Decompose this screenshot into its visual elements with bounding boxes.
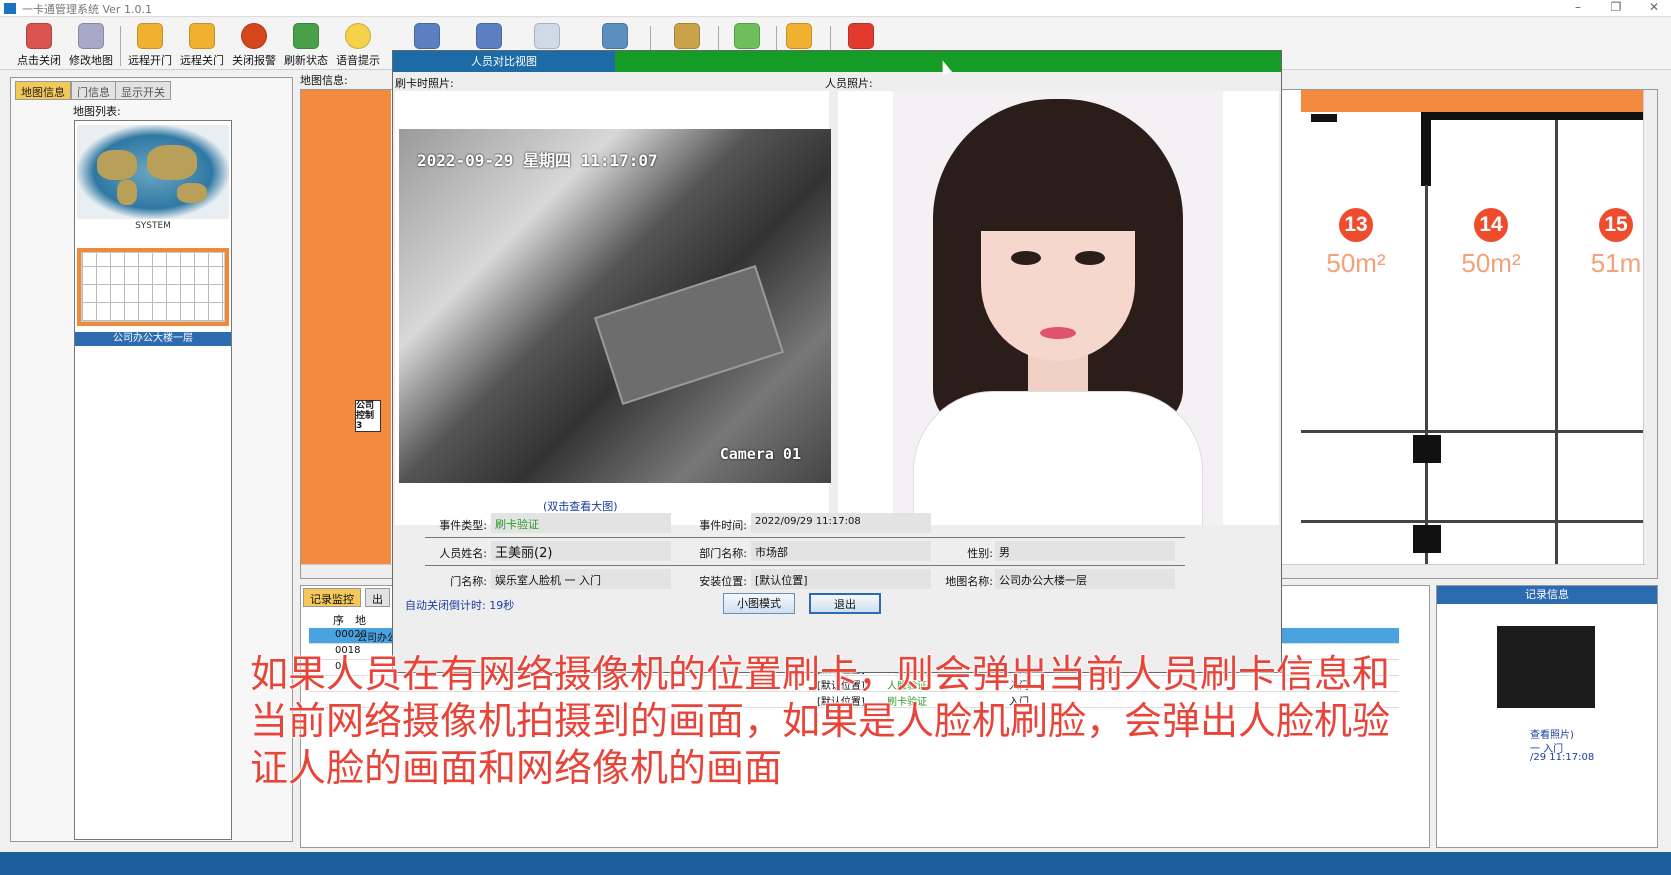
map-orange-border [301,90,391,565]
room-number: 14 [1474,208,1508,242]
monitor-icon [476,23,502,49]
toolbar-close-alarm-button[interactable]: 关闭报警 [227,22,281,68]
close-icon[interactable]: ✕ [1636,0,1671,17]
bulb-icon [345,23,371,49]
map-caption-office[interactable]: 公司办公大楼一层 [75,332,231,346]
lock-icon [786,23,812,49]
camera-snapshot[interactable]: 2022-09-29 星期四 11:17:07 Camera 01 [399,129,831,483]
tab-other[interactable]: 出 [365,588,390,607]
minimize-icon[interactable]: – [1560,0,1596,17]
dialog-title-bar[interactable]: 人员对比视图 [393,51,1281,72]
tab-display-switch[interactable]: 显示开关 [115,81,171,100]
tab-door-info[interactable]: 门信息 [71,81,116,100]
person-photo-label: 人员照片: [825,77,873,90]
power-icon [848,23,874,49]
map-list-label: 地图列表: [73,105,121,118]
export-icon [734,23,760,49]
map-wall [1301,520,1645,523]
tab-map-info[interactable]: 地图信息 [15,81,71,100]
room-area: 50m² [1326,248,1386,278]
map-vertical-scrollbar[interactable] [1643,90,1657,578]
room-13: 13 50m² [1316,208,1396,279]
map-list: SYSTEM 公司办公大楼一层 [74,120,232,840]
map-caption-system: SYSTEM [135,221,171,231]
toolbar-separator [120,26,121,66]
record-info-title: 记录信息 [1437,586,1657,604]
person-photo-frame[interactable] [838,91,1279,525]
toolbar-remote-open-button[interactable]: 远程开门 [123,22,177,68]
double-click-hint[interactable]: (双击查看大图) [543,498,618,514]
unlock-icon [137,23,163,49]
close-door-icon [26,23,52,49]
refresh-icon [293,23,319,49]
room-number: 13 [1339,208,1373,242]
swipe-photo-frame[interactable]: 2022-09-29 星期四 11:17:07 Camera 01 [395,91,831,525]
window-title: 一卡通管理系统 Ver 1.0.1 [22,3,152,16]
comparison-dialog: 人员对比视图 刷卡时照片: 人员照片: 2022-09-29 星期四 11:17… [392,50,1282,673]
room-14: 14 50m² [1451,208,1531,279]
map-thumbnail-system[interactable] [77,125,229,219]
alarm-icon [241,23,267,49]
subtitle-line-2: 当前网络摄像机拍摄到的画面，如果是人脸机刷脸，会弹出人脸机验 [249,698,1391,743]
tab-record-monitor[interactable]: 记录监控 [303,588,361,607]
map-thumbnail-office[interactable] [77,248,229,326]
toolbar-close-button[interactable]: 点击关闭 [12,22,66,68]
map-wall [1421,114,1431,186]
small-mode-button[interactable]: 小图模式 [723,593,795,614]
record-info-panel: 记录信息 查看照片) 一 入门 /29 11:17:08 [1436,585,1658,848]
broom-icon [674,23,700,49]
map-info-label: 地图信息: [300,74,348,87]
toolbar-voice-button[interactable]: 语音提示 [331,22,385,68]
toolbar-remote-close-button[interactable]: 远程关门 [175,22,229,68]
map-wall [1301,430,1645,433]
map-wall [1311,114,1337,122]
map-wall [1555,120,1558,578]
lock-icon [189,23,215,49]
control-device-badge[interactable]: 公司控制3 [355,400,381,432]
dialog-tab[interactable]: 人员对比视图 [393,51,615,72]
status-bar [0,852,1671,875]
divider [425,565,1185,566]
room-number: 15 [1599,208,1633,242]
subtitle-line-3: 证人脸的画面和网络像机的画面 [249,745,783,790]
auto-close-countdown: 自动关闭倒计时: 19秒 [405,599,515,612]
room-15: 15 51m [1586,208,1646,279]
restore-icon[interactable]: ❐ [1598,0,1634,17]
camera-icon [602,23,628,49]
edit-map-icon [78,23,104,49]
person-portrait [893,91,1223,525]
layout-icon [534,23,560,49]
app-icon [4,3,16,14]
map-pillar [1413,525,1441,553]
view-photo-link[interactable]: 查看照片) [1530,726,1574,741]
subtitle-line-1: 如果人员在有网络摄像机的位置刷卡，则会弹出当前人员刷卡信息和 [249,651,1391,696]
map-orange-border [1301,90,1645,112]
map-wall [1421,112,1645,120]
record-time: /29 11:17:08 [1530,752,1595,763]
camera-label: Camera 01 [719,445,801,463]
room-area: 50m² [1461,248,1521,278]
toolbar-refresh-button[interactable]: 刷新状态 [279,22,333,68]
monitor-icon [414,23,440,49]
swipe-photo-label: 刷卡时照片: [395,77,454,90]
toolbar-edit-map-button[interactable]: 修改地图 [64,22,118,68]
divider [425,537,1185,538]
room-area: 51m [1590,248,1642,278]
camera-timestamp: 2022-09-29 星期四 11:17:07 [417,151,658,170]
map-pillar [1413,435,1441,463]
exit-button[interactable]: 退出 [809,593,881,614]
title-bar: 一卡通管理系统 Ver 1.0.1 – ❐ ✕ [0,0,1671,17]
record-snapshot[interactable] [1497,626,1595,708]
